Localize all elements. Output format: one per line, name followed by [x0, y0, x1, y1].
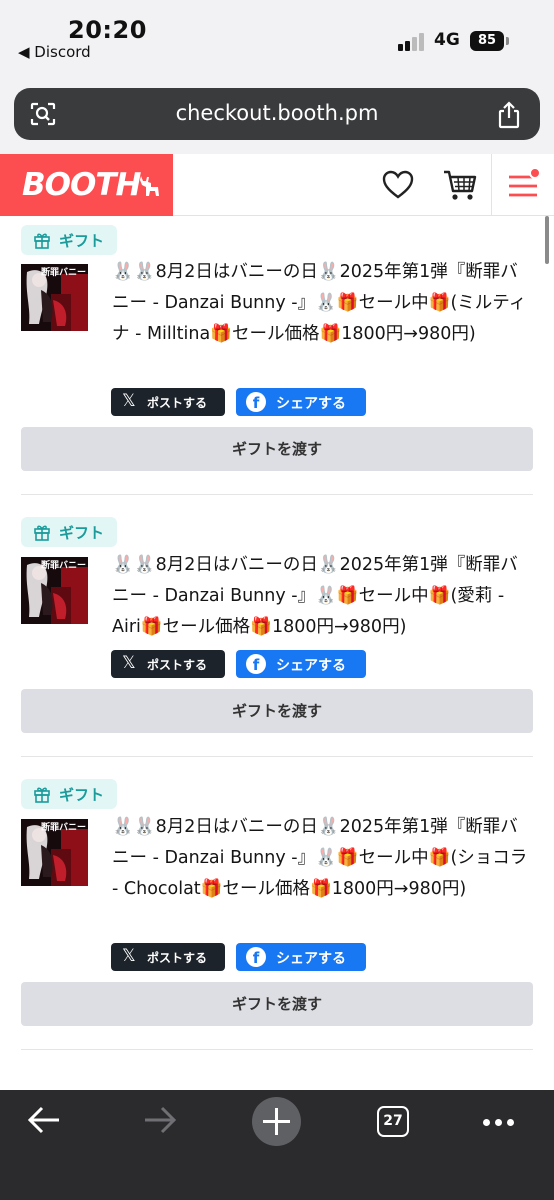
- browser-address-bar: checkout.booth.pm: [0, 76, 554, 154]
- post-to-x-button[interactable]: 𝕏 ポストする: [111, 943, 225, 971]
- gift-icon: [34, 525, 50, 541]
- network-type: 4G: [434, 30, 460, 50]
- share-icon[interactable]: [496, 101, 522, 129]
- card-divider: [21, 1049, 533, 1050]
- gift-list: ギフト 断罪バニー 🐰🐰8月2日はバニーの日🐰2025年第1弾『断罪バニー - …: [0, 216, 554, 1090]
- tabs-button[interactable]: 27: [377, 1106, 409, 1137]
- product-thumbnail[interactable]: 断罪バニー: [21, 264, 88, 331]
- product-title[interactable]: 🐰🐰8月2日はバニーの日🐰2025年第1弾『断罪バニー - Danzai Bun…: [112, 550, 528, 643]
- scrollbar[interactable]: [545, 216, 549, 264]
- gift-badge-label: ギフト: [59, 786, 105, 804]
- site-header: BOOTH: [0, 154, 554, 216]
- facebook-icon: f: [246, 392, 266, 412]
- header-divider: [491, 154, 492, 216]
- back-to-app-link[interactable]: ◀ Discord: [18, 43, 91, 61]
- cart-icon[interactable]: [442, 168, 478, 202]
- share-label: シェアする: [276, 951, 346, 967]
- post-to-x-button[interactable]: 𝕏 ポストする: [111, 388, 225, 416]
- plus-icon: [263, 1108, 290, 1135]
- url-text: checkout.booth.pm: [175, 101, 379, 125]
- booth-logo-text: BOOTH: [22, 167, 141, 203]
- share-to-facebook-button[interactable]: f シェアする: [236, 943, 366, 971]
- status-time: 20:20: [68, 16, 147, 44]
- back-arrow-icon[interactable]: [26, 1102, 62, 1138]
- heart-icon[interactable]: [381, 168, 415, 202]
- thumbnail-title: 断罪バニー: [40, 823, 86, 833]
- give-gift-button[interactable]: ギフトを渡す: [21, 982, 533, 1026]
- status-bar: 20:20 ◀ Discord 4G 85: [0, 0, 554, 76]
- post-label: ポストする: [147, 396, 208, 410]
- x-logo-icon: 𝕏: [122, 653, 136, 673]
- url-field[interactable]: checkout.booth.pm: [14, 88, 540, 140]
- share-to-facebook-button[interactable]: f シェアする: [236, 388, 366, 416]
- post-to-x-button[interactable]: 𝕏 ポストする: [111, 650, 225, 678]
- deer-logo-icon: [140, 176, 159, 196]
- x-logo-icon: 𝕏: [122, 391, 136, 411]
- product-title[interactable]: 🐰🐰8月2日はバニーの日🐰2025年第1弾『断罪バニー - Danzai Bun…: [112, 257, 528, 350]
- gift-icon: [34, 787, 50, 803]
- battery-icon: 85: [470, 31, 504, 51]
- gift-badge: ギフト: [21, 779, 117, 809]
- share-label: シェアする: [276, 396, 346, 412]
- new-tab-button[interactable]: [252, 1097, 301, 1146]
- card-divider: [21, 494, 533, 495]
- post-label: ポストする: [147, 951, 208, 965]
- gift-icon: [34, 233, 50, 249]
- gift-badge: ギフト: [21, 225, 117, 255]
- gift-badge: ギフト: [21, 517, 117, 547]
- signal-icon: [398, 33, 426, 51]
- product-title[interactable]: 🐰🐰8月2日はバニーの日🐰2025年第1弾『断罪バニー - Danzai Bun…: [112, 812, 528, 905]
- share-to-facebook-button[interactable]: f シェアする: [236, 650, 366, 678]
- browser-toolbar: 27: [0, 1090, 554, 1200]
- booth-logo[interactable]: BOOTH: [0, 154, 173, 216]
- post-label: ポストする: [147, 658, 208, 672]
- thumbnail-title: 断罪バニー: [40, 268, 86, 278]
- forward-arrow-icon[interactable]: [142, 1102, 178, 1138]
- give-gift-button[interactable]: ギフトを渡す: [21, 427, 533, 471]
- facebook-icon: f: [246, 947, 266, 967]
- gift-badge-label: ギフト: [59, 232, 105, 250]
- give-gift-button[interactable]: ギフトを渡す: [21, 689, 533, 733]
- battery-cap: [506, 37, 509, 45]
- thumbnail-title: 断罪バニー: [40, 561, 86, 571]
- gift-badge-label: ギフト: [59, 524, 105, 542]
- card-divider: [21, 756, 533, 757]
- notification-dot: [529, 167, 541, 179]
- facebook-icon: f: [246, 654, 266, 674]
- share-label: シェアする: [276, 658, 346, 674]
- product-thumbnail[interactable]: 断罪バニー: [21, 819, 88, 886]
- x-logo-icon: 𝕏: [122, 946, 136, 966]
- product-thumbnail[interactable]: 断罪バニー: [21, 557, 88, 624]
